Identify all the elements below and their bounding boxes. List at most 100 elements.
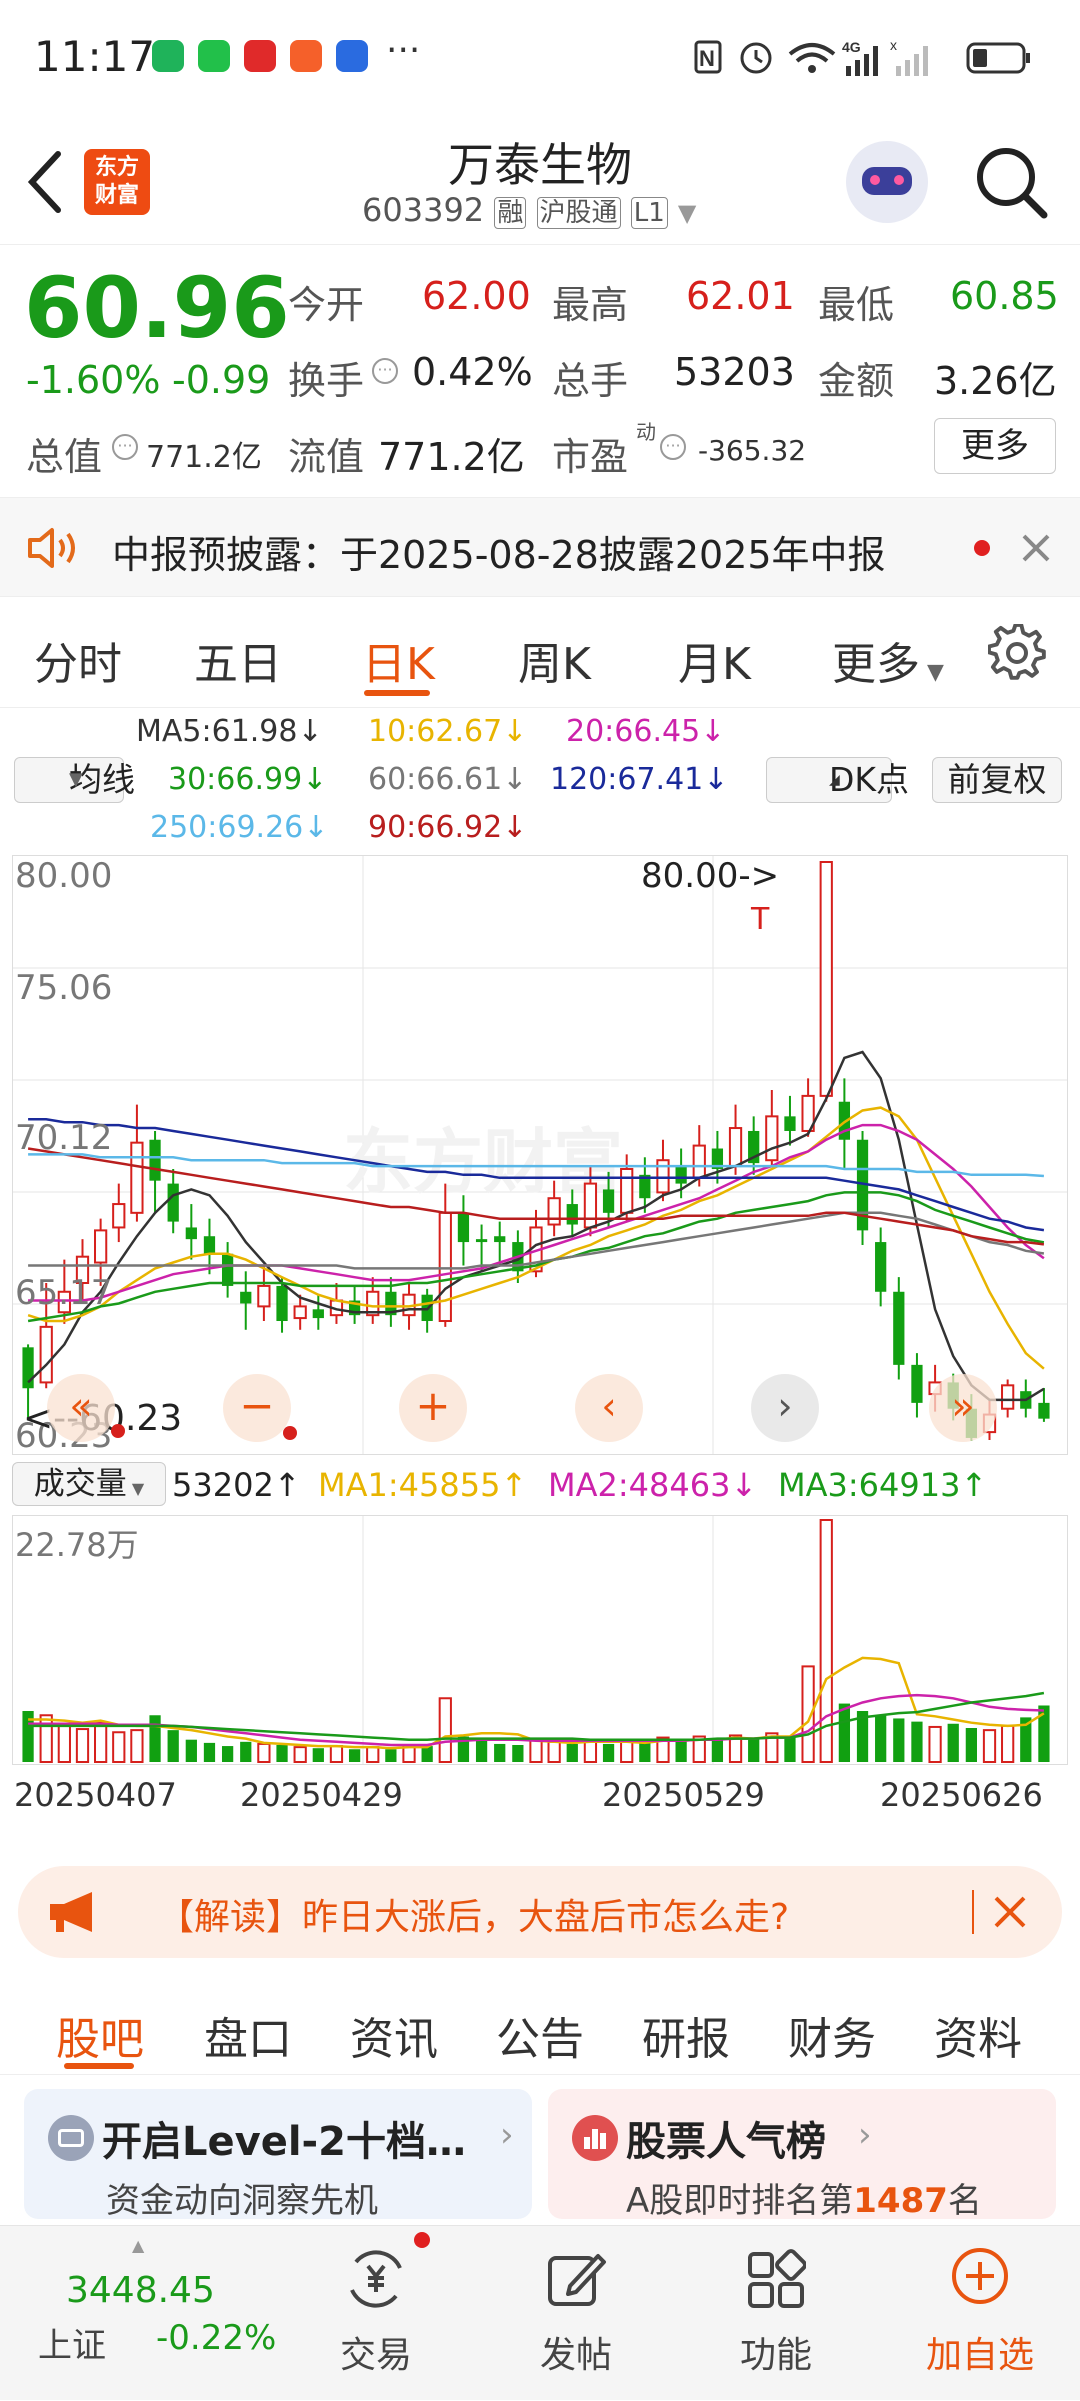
ai-assistant-avatar[interactable] [846, 141, 928, 223]
search-icon[interactable] [974, 145, 1050, 221]
send-app-icon [290, 40, 322, 72]
status-time: 11:17 [34, 32, 156, 81]
tab-more-label: 更多 [832, 639, 920, 690]
info-icon[interactable]: ··· [372, 358, 398, 384]
nav-functions[interactable]: 功能 [696, 2226, 856, 2401]
banner-text[interactable]: 【解读】昨日大涨后，大盘后市怎么走? [158, 1888, 789, 1940]
level-tag: L1 [630, 197, 668, 229]
ma-selector[interactable]: 均线 ▼ [14, 757, 135, 803]
zoom-out-button[interactable]: − [223, 1374, 291, 1442]
nav-post-label: 发帖 [539, 2335, 612, 2376]
scroll-left-fast-button[interactable]: « [47, 1374, 115, 1442]
tab-minute[interactable]: 分时 [34, 628, 122, 692]
tab-daily-k[interactable]: 日K [362, 628, 435, 692]
zoom-in-button[interactable]: + [399, 1374, 467, 1442]
info-icon[interactable]: ··· [660, 434, 686, 460]
tab-announcements[interactable]: 公告 [496, 2003, 584, 2067]
news-banner[interactable]: 【解读】昨日大涨后，大盘后市怎么走? [18, 1866, 1062, 1958]
status-bar: 11:17 ··· N 4G x [0, 0, 1080, 115]
ma60-label: 60:66.61↓ [368, 762, 528, 797]
volume-bar [203, 1742, 216, 1762]
volume-value: 53203 [674, 350, 795, 394]
tab-monthly-k[interactable]: 月K [678, 628, 751, 692]
candle [366, 1277, 380, 1324]
volume-ma2: MA2:48463↓ [548, 1466, 758, 1504]
nav-trade[interactable]: 交易 [296, 2226, 456, 2401]
nav-post[interactable]: 发帖 [496, 2226, 656, 2401]
popularity-title: 股票人气榜 [626, 2119, 826, 2165]
quote-panel: 60.96 -1.60% -0.99 今开 62.00 最高 62.01 最低 … [0, 246, 1080, 496]
event-dot[interactable] [283, 1426, 297, 1440]
ma-legend: MA5:61.98↓ 10:62.67↓ 20:66.45↓ 30:66.99↓… [0, 710, 1080, 850]
volume-chart[interactable]: 22.78万 [12, 1515, 1068, 1765]
nav-add-watchlist[interactable]: 加自选 [900, 2226, 1060, 2401]
app-notification-icon [152, 40, 184, 72]
volume-bar [385, 1749, 397, 1762]
pe-value: -365.32 [698, 434, 807, 467]
change-amount: -0.99 [172, 358, 271, 402]
tab-news[interactable]: 资讯 [350, 2003, 438, 2067]
info-icon[interactable]: ··· [112, 434, 138, 460]
volume-bar [875, 1715, 887, 1762]
open-value: 62.00 [422, 274, 531, 318]
chevron-right-icon: › [500, 2115, 514, 2155]
tab-finance[interactable]: 财务 [788, 2003, 876, 2067]
close-icon[interactable] [1020, 532, 1052, 564]
level2-card[interactable]: 开启Level-2十档… › 资金动向洞察先机 [24, 2089, 532, 2221]
system-status-icons: N 4G x [694, 37, 1030, 76]
caret-up-icon: ▲ [132, 2236, 145, 2255]
tab-five-day[interactable]: 五日 [194, 628, 282, 692]
tab-profile[interactable]: 资料 [934, 2003, 1022, 2067]
candle [819, 861, 833, 1102]
notice-bar[interactable]: 中报预披露：于2025-08-28披露2025年中报 [0, 497, 1080, 597]
level2-icon [48, 2115, 94, 2161]
pe-superscript: 动 [636, 420, 656, 444]
high-label: 最高 [552, 283, 629, 327]
volume-bar [911, 1721, 923, 1762]
tab-more[interactable]: 更多 ▼ [832, 628, 944, 692]
settings-gear-icon[interactable] [988, 624, 1046, 682]
ma20-label: 20:66.45↓ [566, 714, 726, 749]
candle [240, 1271, 252, 1330]
volume-ma1: MA1:45855↑ [318, 1466, 528, 1504]
current-price: 60.96 [24, 259, 290, 357]
popularity-card[interactable]: 股票人气榜 › A股即时排名第1487名 [548, 2089, 1056, 2221]
candle [494, 1221, 506, 1266]
index-ticker[interactable]: ▲ 3448.45 上证 -0.22% [0, 2226, 300, 2401]
adjust-button[interactable]: 前复权 [932, 757, 1062, 803]
candle [457, 1195, 470, 1266]
indicator-selector[interactable]: 成交量 ▼ [12, 1462, 166, 1506]
max-price-marker: 80.00-> [641, 856, 780, 896]
indicator-selector-label: 成交量 [33, 1466, 127, 1502]
dropdown-icon[interactable]: ▼ [678, 199, 696, 227]
chevron-right-icon: › [858, 2115, 872, 2155]
megaphone-icon [50, 1892, 92, 1932]
scroll-right-fast-button[interactable]: » [929, 1374, 997, 1442]
event-dot[interactable] [111, 1424, 125, 1438]
kline-chart[interactable]: 东方财富 80.00 75.06 70.12 65.17 60.23 80.00… [12, 855, 1068, 1456]
volume-header: 成交量 ▼ 53202↑ MA1:45855↑ MA2:48463↓ MA3:6… [0, 1460, 1080, 1510]
turnover-label: 换手 [288, 359, 365, 403]
network-type: 4G [842, 39, 861, 55]
tab-research[interactable]: 研报 [642, 2003, 730, 2067]
volume-plot[interactable] [13, 1516, 1067, 1764]
limit-up-marker: T [751, 902, 770, 937]
more-button[interactable]: 更多 [934, 418, 1056, 474]
tab-guba[interactable]: 股吧 [56, 2003, 144, 2067]
volume-bar [366, 1746, 380, 1763]
candle [656, 1139, 670, 1202]
notice-text[interactable]: 中报预披露：于2025-08-28披露2025年中报 [112, 524, 886, 579]
candle [149, 1130, 161, 1213]
volume-bar [711, 1739, 724, 1762]
scroll-left-button[interactable]: ‹ [575, 1374, 643, 1442]
candle [875, 1227, 887, 1307]
dk-button[interactable]: DK点 ◢ [766, 757, 909, 803]
kline-plot[interactable]: 东方财富 [13, 856, 1067, 1454]
volume-label: 总手 [552, 359, 629, 403]
scroll-right-button[interactable]: › [751, 1374, 819, 1442]
tab-weekly-k[interactable]: 周K [518, 628, 591, 692]
close-icon[interactable] [992, 1894, 1028, 1930]
candle [312, 1294, 324, 1330]
date-label: 20250407 [14, 1776, 177, 1814]
tab-pankou[interactable]: 盘口 [204, 2003, 292, 2067]
